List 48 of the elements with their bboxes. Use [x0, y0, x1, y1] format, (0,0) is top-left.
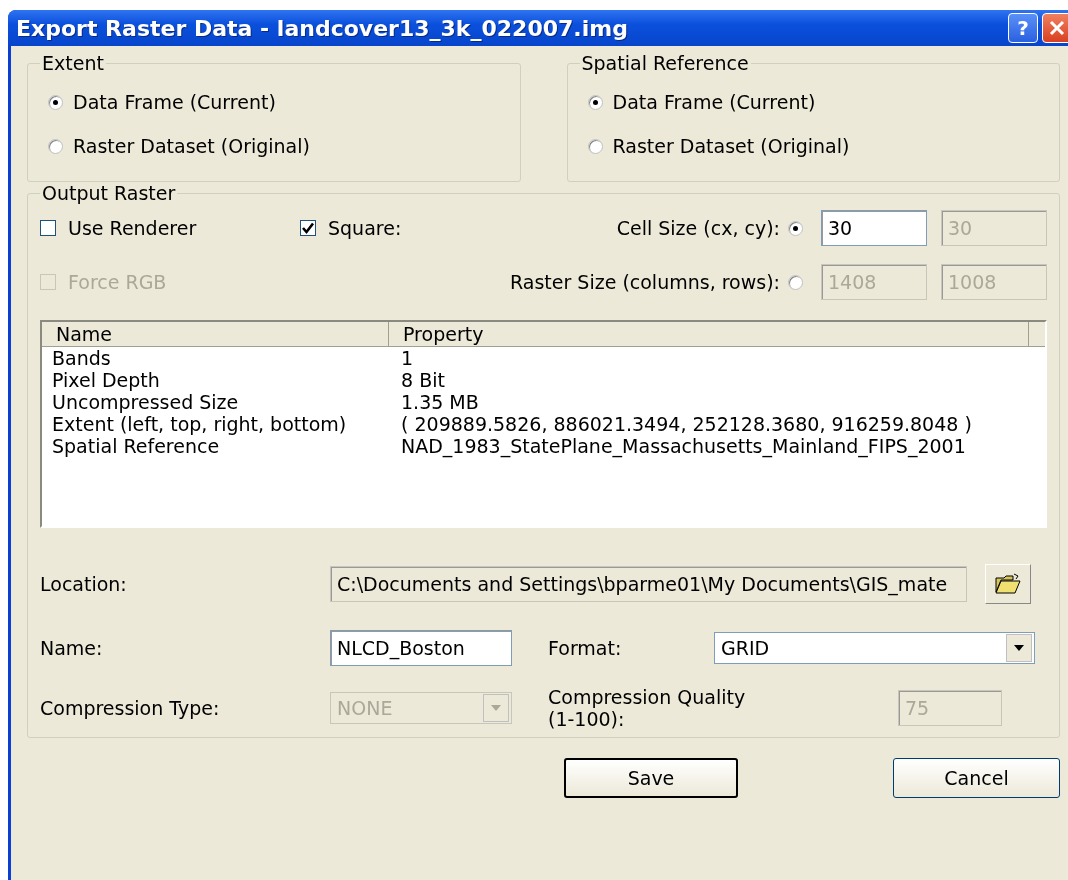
radio-button[interactable] [587, 94, 603, 110]
table-cell-text: 1 [400, 347, 414, 369]
table-cell-text: NAD_1983_StatePlane_Massachusetts_Mainland_FIPS_2001 [400, 435, 966, 457]
close-button[interactable] [1042, 13, 1068, 43]
radio-label: Data Frame (Current) [612, 91, 816, 113]
folder-button[interactable] [985, 564, 1031, 604]
compression-quality-label: Compression Quality (1-100): [548, 686, 747, 730]
group-label: Output Raster [41, 182, 177, 204]
table-cell-text: Spatial Reference [51, 435, 221, 457]
format-dropdown[interactable]: GRID [714, 632, 1035, 664]
column-header[interactable]: Name [42, 322, 389, 346]
checkbox[interactable] [40, 220, 56, 236]
table-cell-text: Uncompressed Size [51, 391, 240, 413]
table-cell-text: Pixel Depth [51, 369, 161, 391]
location-label: Location: [40, 573, 128, 595]
help-button[interactable]: ? [1008, 13, 1038, 43]
checkbox-label: Use Renderer [68, 217, 197, 239]
checkbox-label: Square: [328, 217, 402, 239]
close-icon [1048, 19, 1066, 37]
radio-button[interactable] [48, 94, 63, 110]
input-field[interactable]: 30 [821, 210, 927, 246]
save-button[interactable]: Save [564, 758, 738, 798]
caret-icon [491, 705, 501, 711]
checkbox[interactable] [300, 220, 316, 236]
cancel-button[interactable]: Cancel [893, 758, 1060, 798]
radio-label: Raster Dataset (Original) [612, 135, 850, 157]
size-label: Cell Size (cx, cy): [616, 217, 780, 239]
table-cell-text: Extent (left, top, right, bottom) [51, 413, 348, 435]
radio-button[interactable] [587, 138, 603, 154]
caret-icon [1014, 645, 1024, 651]
radio-label: Data Frame (Current) [73, 91, 276, 113]
name-label: Name: [40, 637, 104, 659]
name-field[interactable]: NLCD_Boston [330, 630, 512, 666]
checkbox-label: Force RGB [68, 271, 167, 293]
radio-label: Raster Dataset (Original) [73, 135, 310, 157]
location-field[interactable]: C:\Documents and Settings\bparme01\My Documents\GIS_mate [330, 566, 967, 602]
size-label: Raster Size (columns, rows): [510, 271, 780, 293]
table-cell-text: 8 Bit [400, 369, 445, 391]
group-label: Extent [41, 52, 105, 74]
window-title: Export Raster Data - landcover13_3k_022007.img [16, 15, 629, 41]
folder-icon [995, 573, 1021, 595]
column-header[interactable]: Property [389, 322, 1029, 346]
format-label: Format: [548, 637, 623, 659]
group-label: Spatial Reference [580, 52, 750, 74]
table-cell-text: ( 209889.5826, 886021.3494, 252128.3680, 916259.8048 ) [400, 413, 972, 435]
compression-type-label: Compression Type: [40, 697, 221, 719]
table-cell-text: Bands [51, 347, 112, 369]
table-cell-text: 1.35 MB [400, 391, 479, 413]
